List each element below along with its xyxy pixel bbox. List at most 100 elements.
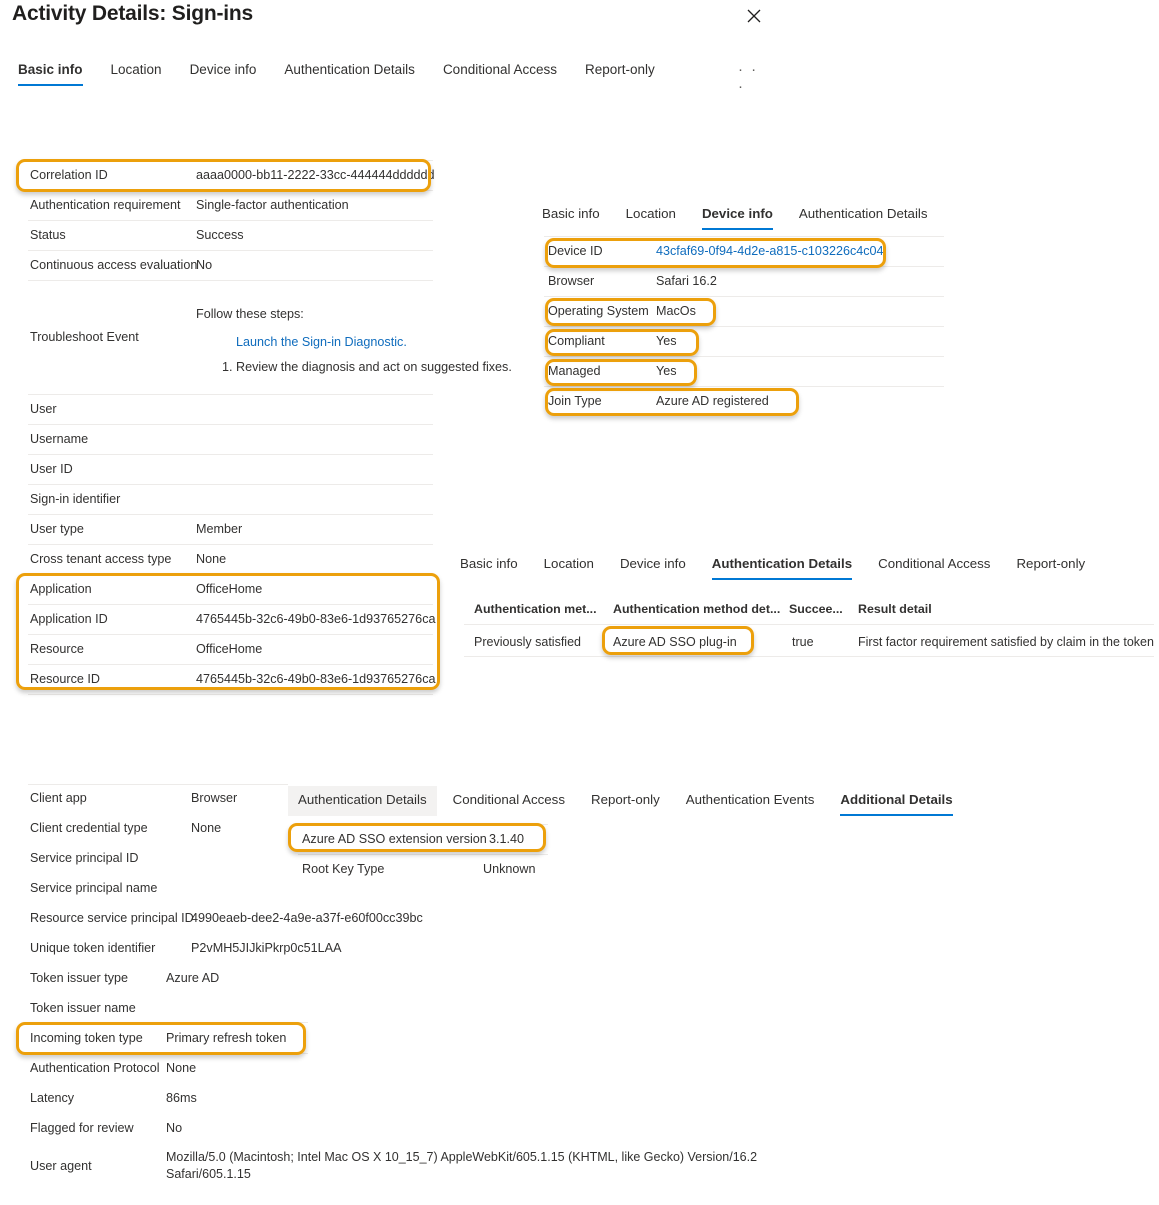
auth-panel-tab-device-info[interactable]: Device info xyxy=(620,556,686,580)
ellipsis-icon: · · · xyxy=(738,61,759,95)
row-value-continuous-access-evaluation: No xyxy=(196,258,213,272)
row-divider xyxy=(28,1053,308,1054)
row-label-status: Status xyxy=(30,228,66,242)
tab-conditional-access[interactable]: Conditional Access xyxy=(443,62,557,86)
table-cell-result-detail: First factor requirement satisfied by cl… xyxy=(858,635,1154,649)
table-cell-authentication-method-detail: Azure AD SSO plug-in xyxy=(613,635,737,649)
row-divider xyxy=(28,604,433,605)
row-label-token-issuer-type: Token issuer type xyxy=(30,971,129,985)
device-row-label-managed: Managed xyxy=(548,364,601,378)
row-label-token-issuer-name: Token issuer name xyxy=(30,1001,136,1015)
auth-panel-tab-location[interactable]: Location xyxy=(544,556,594,580)
auth-panel-tab-authentication-details[interactable]: Authentication Details xyxy=(711,556,853,580)
device-panel-tab-location[interactable]: Location xyxy=(626,206,676,230)
device-info-panel: Basic info Location Device info Authenti… xyxy=(534,198,964,420)
row-divider xyxy=(28,574,433,575)
device-row-value-join-type: Azure AD registered xyxy=(656,394,769,408)
row-value-client-app: Browser xyxy=(191,791,238,805)
additional-panel-tab-conditional-access[interactable]: Conditional Access xyxy=(453,792,565,816)
auth-panel-tab-conditional-access[interactable]: Conditional Access xyxy=(878,556,990,580)
row-label-incoming-token-type: Incoming token type xyxy=(30,1031,143,1045)
row-divider xyxy=(28,664,433,665)
device-panel-tab-basic-info[interactable]: Basic info xyxy=(542,206,600,230)
row-value-unique-token-identifier: P2vMH5JIJkiPkrp0c51LAA xyxy=(191,941,342,955)
row-value-application-id: 4765445b-32c6-49b0-83e6-1d93765276ca xyxy=(196,612,436,626)
row-value-cross-tenant-access-type: None xyxy=(196,552,227,566)
device-row-label-browser: Browser xyxy=(548,274,595,288)
additional-row-label-root-key-type: Root Key Type xyxy=(302,862,385,876)
launch-signin-diagnostic-link[interactable]: Launch the Sign-in Diagnostic. xyxy=(236,335,407,349)
row-value-latency: 86ms xyxy=(166,1091,197,1105)
row-label-user-agent: User agent xyxy=(30,1159,92,1173)
device-row-label-compliant: Compliant xyxy=(548,334,605,348)
row-divider xyxy=(298,824,548,825)
row-label-user-type: User type xyxy=(30,522,84,536)
table-row-divider xyxy=(464,656,1154,657)
table-header-authentication-method[interactable]: Authentication met... xyxy=(474,602,597,616)
row-label-resource: Resource xyxy=(30,642,84,656)
row-divider xyxy=(28,634,433,635)
row-value-client-credential-type: None xyxy=(191,821,222,835)
row-label-user: User xyxy=(30,402,57,416)
table-cell-succeeded: true xyxy=(792,635,814,649)
auth-panel-tab-report-only[interactable]: Report-only xyxy=(1016,556,1085,580)
row-label-username: Username xyxy=(30,432,89,446)
row-divider xyxy=(28,250,433,251)
troubleshoot-intro: Follow these steps: xyxy=(196,307,304,321)
row-value-resource-id: 4765445b-32c6-49b0-83e6-1d93765276ca xyxy=(196,672,436,686)
row-label-application: Application xyxy=(30,582,92,596)
table-header-authentication-method-detail[interactable]: Authentication method det... xyxy=(613,602,780,616)
tab-basic-info[interactable]: Basic info xyxy=(18,62,83,86)
device-panel-tab-device-info[interactable]: Device info xyxy=(701,206,773,230)
device-row-label-device-id: Device ID xyxy=(548,244,603,258)
row-value-status: Success xyxy=(196,228,244,242)
row-divider xyxy=(544,326,944,327)
row-divider xyxy=(28,190,433,191)
row-divider xyxy=(28,280,433,281)
row-divider xyxy=(28,220,433,221)
row-divider xyxy=(544,296,944,297)
row-divider xyxy=(28,484,433,485)
row-divider xyxy=(28,544,433,545)
row-label-correlation-id: Correlation ID xyxy=(30,168,108,182)
table-header-result-detail[interactable]: Result detail xyxy=(858,602,932,616)
row-divider xyxy=(28,694,433,695)
row-value-token-issuer-type: Azure AD xyxy=(166,971,220,985)
row-label-latency: Latency xyxy=(30,1091,75,1105)
row-label-client-credential-type: Client credential type xyxy=(30,821,148,835)
additional-row-value-sso-extension-version: 3.1.40 xyxy=(489,832,525,846)
tab-device-info[interactable]: Device info xyxy=(190,62,257,86)
device-row-value-device-id[interactable]: 43cfaf69-0f94-4d2e-a815-c103226c4c04 xyxy=(656,244,884,258)
row-label-user-id: User ID xyxy=(30,462,73,476)
device-row-value-managed: Yes xyxy=(656,364,677,378)
additional-panel-tab-authentication-details[interactable]: Authentication Details xyxy=(288,786,437,816)
row-value-authentication-requirement: Single-factor authentication xyxy=(196,198,349,212)
additional-panel-tab-report-only[interactable]: Report-only xyxy=(591,792,660,816)
row-label-resource-service-principal-id: Resource service principal ID xyxy=(30,911,194,925)
row-label-continuous-access-evaluation: Continuous access evaluation xyxy=(30,258,198,272)
troubleshoot-step-1: 1. Review the diagnosis and act on sugge… xyxy=(222,360,512,374)
tab-location[interactable]: Location xyxy=(111,62,162,86)
row-label-authentication-protocol: Authentication Protocol xyxy=(30,1061,160,1075)
device-row-label-operating-system: Operating System xyxy=(548,304,649,318)
row-divider xyxy=(28,424,433,425)
additional-panel-tab-authentication-events[interactable]: Authentication Events xyxy=(686,792,815,816)
additional-panel-tab-additional-details[interactable]: Additional Details xyxy=(840,792,953,816)
row-label-service-principal-name: Service principal name xyxy=(30,881,158,895)
close-icon xyxy=(747,9,761,23)
row-value-resource: OfficeHome xyxy=(196,642,263,656)
tab-authentication-details[interactable]: Authentication Details xyxy=(284,62,415,86)
page-title: Activity Details: Sign-ins xyxy=(12,2,254,25)
row-value-incoming-token-type: Primary refresh token xyxy=(166,1031,287,1045)
device-row-value-browser: Safari 16.2 xyxy=(656,274,717,288)
row-divider xyxy=(28,514,433,515)
auth-panel-tab-basic-info[interactable]: Basic info xyxy=(460,556,518,580)
tab-report-only[interactable]: Report-only xyxy=(585,62,655,86)
auth-panel-tabstrip: Basic info Location Device info Authenti… xyxy=(460,556,1111,580)
close-button[interactable] xyxy=(741,4,767,28)
device-panel-tab-authentication-details[interactable]: Authentication Details xyxy=(799,206,928,230)
more-options-button[interactable]: · · · xyxy=(738,61,768,95)
table-header-succeeded[interactable]: Succee... xyxy=(789,602,843,616)
row-divider xyxy=(28,394,433,395)
device-row-value-compliant: Yes xyxy=(656,334,677,348)
